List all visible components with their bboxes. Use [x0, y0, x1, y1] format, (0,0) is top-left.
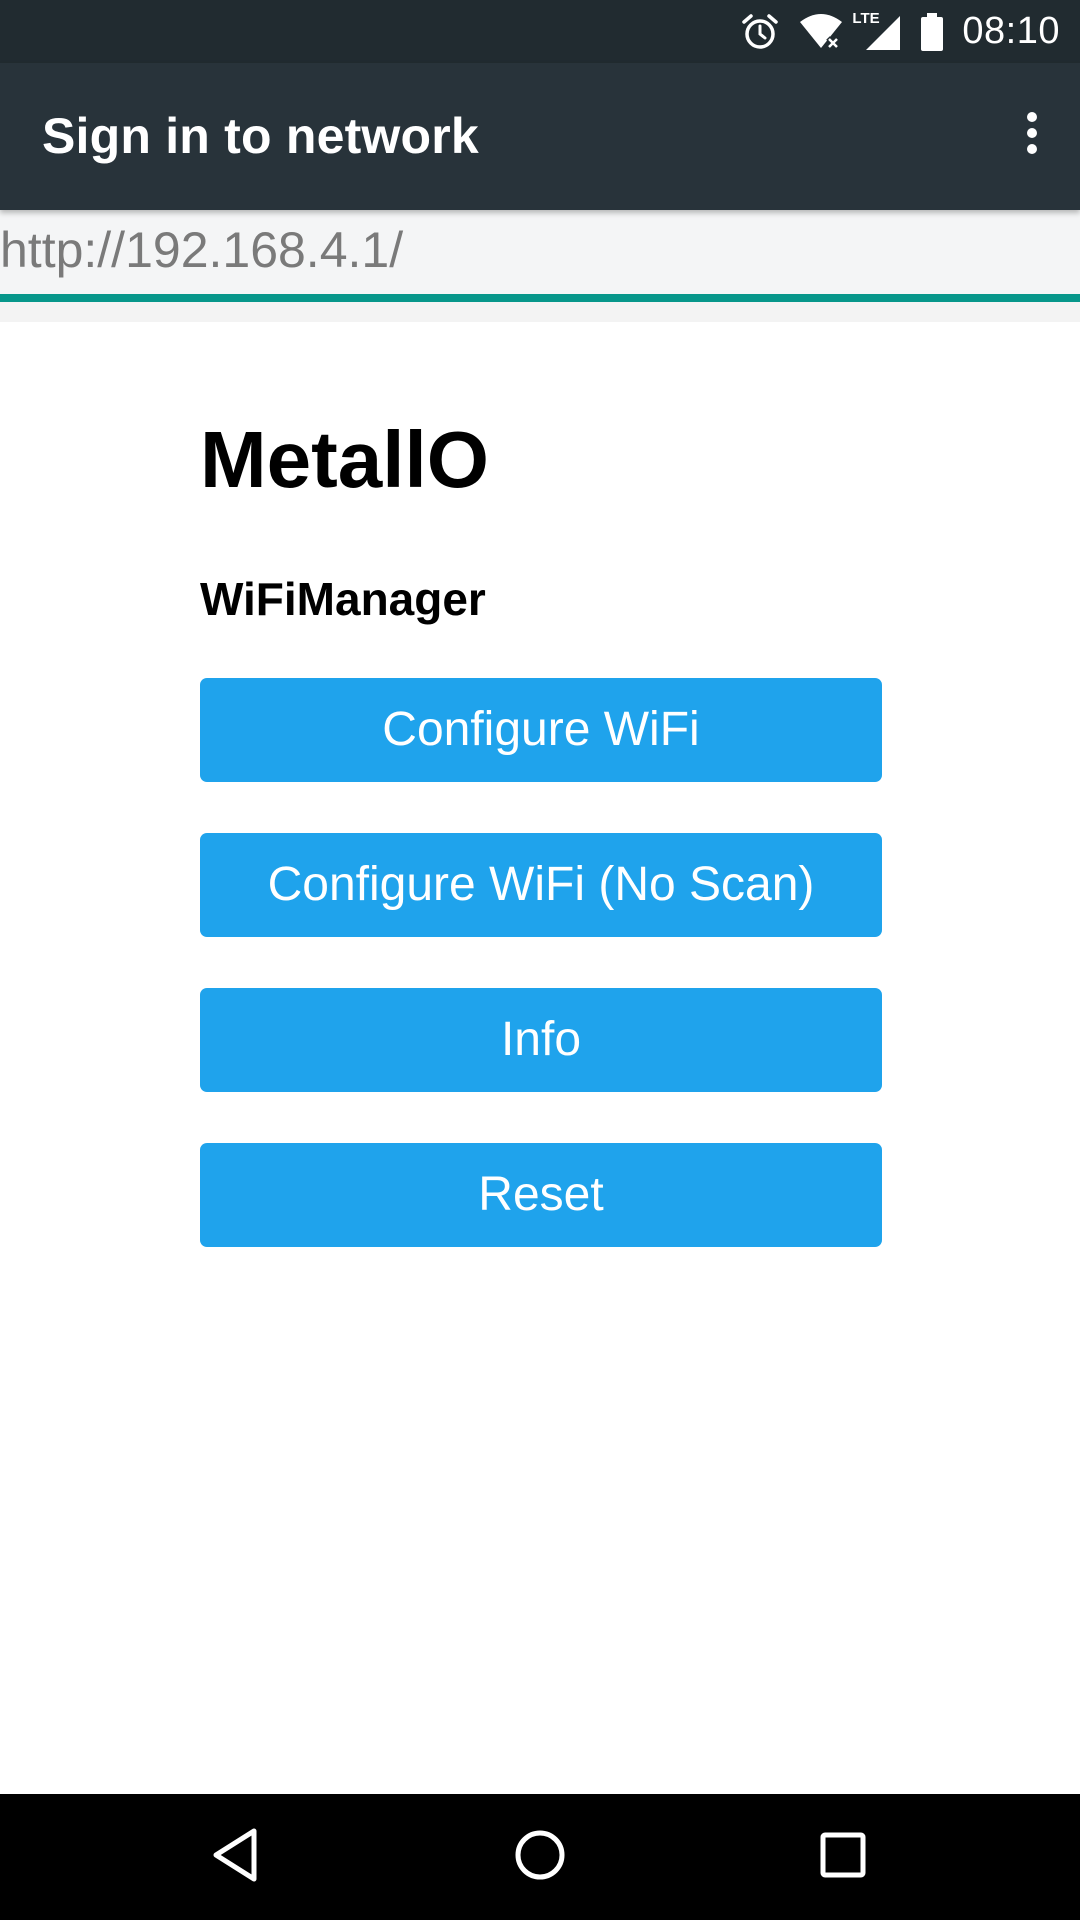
lte-signal-icon: LTE — [852, 10, 902, 52]
configure-wifi-button[interactable]: Configure WiFi — [200, 678, 882, 782]
overflow-menu-button[interactable] — [996, 99, 1068, 171]
screen: LTE 08:10 Sign in to network http://192.… — [0, 0, 1080, 1920]
home-icon — [512, 1827, 568, 1888]
network-type-label: LTE — [852, 9, 880, 27]
app-title: Sign in to network — [42, 108, 479, 164]
battery-icon — [920, 12, 944, 52]
reset-button[interactable]: Reset — [200, 1143, 882, 1247]
configure-wifi-no-scan-button[interactable]: Configure WiFi (No Scan) — [200, 833, 882, 937]
wifi-no-internet-icon — [798, 12, 844, 52]
app-bar: Sign in to network — [0, 63, 1080, 210]
url-bar: http://192.168.4.1/ — [0, 210, 1080, 295]
status-time: 08:10 — [962, 10, 1060, 52]
status-bar: LTE 08:10 — [0, 0, 1080, 63]
back-icon — [210, 1827, 260, 1888]
back-button[interactable] — [185, 1807, 285, 1907]
status-icons: LTE 08:10 — [740, 0, 1060, 63]
alarm-icon — [740, 12, 780, 52]
recents-icon — [818, 1830, 868, 1885]
page-subtitle: WiFiManager — [200, 573, 486, 625]
home-button[interactable] — [490, 1807, 590, 1907]
progress-track — [0, 302, 1080, 322]
page-load-progress-bar — [0, 294, 1080, 302]
url-text: http://192.168.4.1/ — [0, 222, 404, 278]
navigation-bar — [0, 1794, 1080, 1920]
more-vert-icon — [1024, 111, 1040, 160]
info-button[interactable]: Info — [200, 988, 882, 1092]
recents-button[interactable] — [793, 1807, 893, 1907]
page-title: MetallO — [200, 415, 489, 504]
